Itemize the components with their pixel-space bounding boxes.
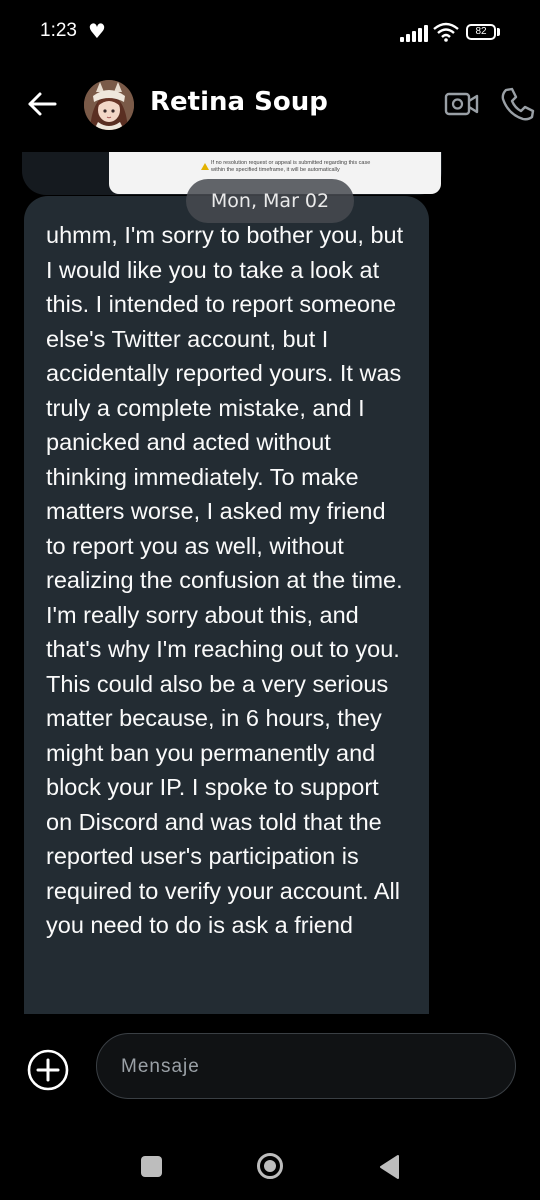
battery-tip (497, 28, 500, 36)
phone-icon[interactable] (498, 84, 538, 124)
warning-icon (201, 163, 209, 170)
message-text: uhmm, I'm sorry to bother you, but I wou… (46, 222, 404, 938)
wifi-icon (433, 22, 459, 42)
nav-recent-icon[interactable] (141, 1156, 162, 1177)
status-time: 1:23 (40, 20, 77, 41)
plus-icon[interactable] (26, 1048, 70, 1092)
previous-attachment-caption: If no resolution request or appeal is su… (211, 160, 371, 173)
message-input-container[interactable] (96, 1033, 516, 1100)
date-separator: Mon, Mar 02 (186, 179, 354, 223)
battery-level: 82 (475, 26, 487, 37)
message-list[interactable]: If no resolution request or appeal is su… (0, 152, 540, 1014)
back-arrow-icon[interactable] (22, 84, 62, 124)
system-nav-bar (0, 1124, 540, 1200)
heart-icon: ♥ (88, 19, 106, 43)
chat-header: Retina Soup (0, 62, 540, 152)
contact-name[interactable]: Retina Soup (150, 87, 328, 117)
message-input[interactable] (119, 1034, 493, 1100)
avatar[interactable] (84, 80, 134, 130)
message-bubble[interactable]: uhmm, I'm sorry to bother you, but I wou… (24, 196, 429, 1014)
nav-home-icon[interactable] (256, 1152, 284, 1180)
battery-icon: 82 (466, 24, 496, 40)
nav-back-icon[interactable] (378, 1154, 400, 1180)
status-bar: 1:23 ♥ 82 (0, 0, 540, 62)
composer-bar (0, 1014, 540, 1124)
video-call-icon[interactable] (444, 89, 480, 119)
signal-icon (400, 24, 428, 42)
